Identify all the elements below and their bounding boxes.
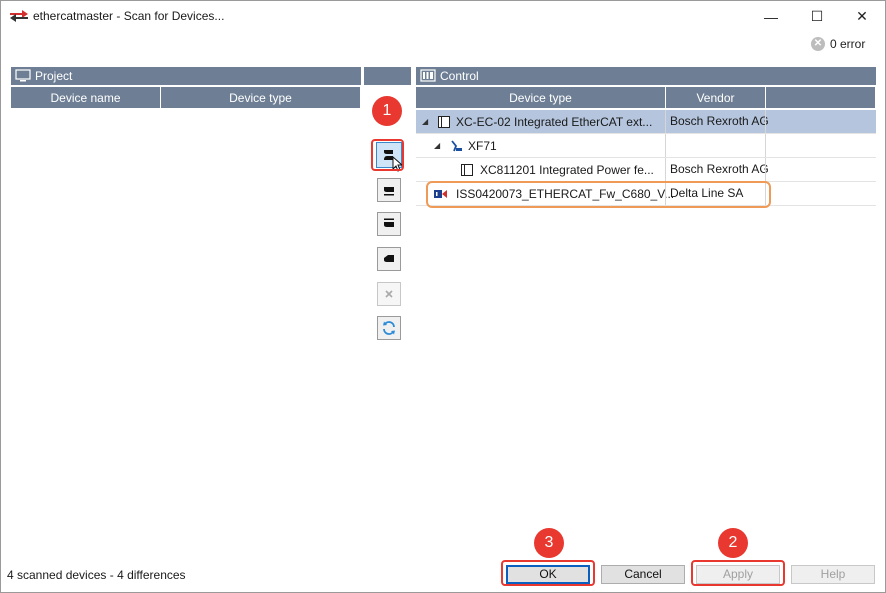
scan-status: 4 scanned devices - 4 differences [7,568,186,582]
device-type-cell: XC811201 Integrated Power fe... [480,163,654,177]
callout-1: 1 [372,96,402,126]
control-panel-title: Control [440,69,479,83]
apply-button[interactable]: Apply [696,565,780,584]
column-separator [765,110,766,134]
help-button[interactable]: Help [791,565,875,584]
project-col-device-name[interactable]: Device name [11,86,161,108]
control-col-device-type[interactable]: Device type [416,86,666,108]
error-indicator: ✕ 0 error [811,37,865,51]
drive-axis-icon [451,140,462,152]
controller-icon [420,69,436,82]
device-module-icon [461,164,473,176]
scan-devices-dialog: ethercatmaster - Scan for Devices... — ☐… [0,0,886,593]
vendor-cell: Bosch Rexroth AG [670,114,769,128]
device-type-cell: XF71 [468,139,497,153]
title-bar: ethercatmaster - Scan for Devices... — ☐… [1,1,885,32]
window-title: ethercatmaster - Scan for Devices... [33,9,225,23]
control-col-empty [766,86,876,108]
delete-button[interactable] [377,282,401,306]
delete-icon [385,290,393,298]
close-button[interactable]: ✕ [839,1,885,32]
minimize-button[interactable]: — [748,1,794,32]
vendor-cell: Bosch Rexroth AG [670,162,769,176]
insert-below-icon [384,187,394,196]
insert-below-button[interactable] [377,178,401,202]
callout-3: 3 [534,528,564,558]
column-separator [665,158,666,182]
refresh-button[interactable] [377,316,401,340]
refresh-icon [383,321,395,335]
error-circle-icon: ✕ [811,37,825,51]
highlight-row-box [426,181,771,208]
project-panel-title: Project [35,69,73,83]
insert-child-icon [384,255,394,262]
callout-2: 2 [718,528,748,558]
expand-triangle-icon[interactable]: ◢ [422,110,428,134]
column-separator [665,110,666,134]
project-col-device-type[interactable]: Device type [161,86,361,108]
column-separator [665,134,666,158]
device-type-cell: XC-EC-02 Integrated EtherCAT ext... [456,115,653,129]
control-panel-header: Control [416,67,876,85]
insert-above-button[interactable] [377,212,401,236]
expand-triangle-icon[interactable]: ◢ [434,134,440,158]
project-panel-header: Project [11,67,361,85]
control-row[interactable]: XC811201 Integrated Power fe... Bosch Re… [416,158,876,182]
tools-panel-header [364,67,411,85]
ok-button[interactable]: OK [506,565,590,584]
column-separator [765,158,766,182]
insert-child-button[interactable] [377,247,401,271]
monitor-icon [15,69,31,82]
callout-box-1 [371,139,404,171]
error-count: 0 error [830,37,866,51]
insert-above-icon [384,218,394,227]
cancel-button[interactable]: Cancel [601,565,685,584]
control-row[interactable]: ◢ XF71 [416,134,876,158]
column-separator [765,134,766,158]
device-module-icon [438,116,450,128]
app-logo-icon [10,10,28,22]
control-col-vendor[interactable]: Vendor [666,86,766,108]
control-row[interactable]: ◢ XC-EC-02 Integrated EtherCAT ext... Bo… [416,110,876,134]
maximize-button[interactable]: ☐ [794,1,840,32]
